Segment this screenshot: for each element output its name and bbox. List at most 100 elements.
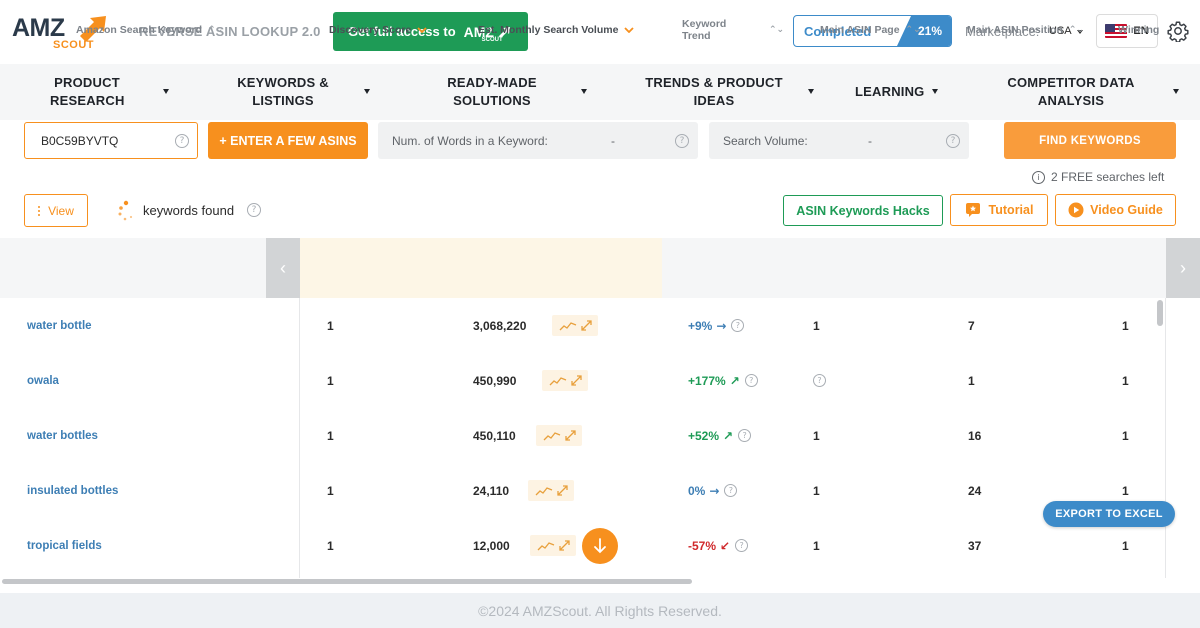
loading-spinner-icon (118, 200, 133, 221)
column-label: Main ASIN Page (820, 24, 900, 36)
keyword-link[interactable]: owala (27, 375, 59, 387)
find-keywords-button[interactable]: FIND KEYWORDS (1004, 122, 1176, 159)
col-main-asin-position[interactable]: Main ASIN Position ⌃⌄ (967, 0, 1084, 60)
nav-learning[interactable]: LEARNING (855, 64, 945, 120)
keyword-trend-value: +177% (688, 373, 726, 388)
view-button-label: View (48, 203, 74, 218)
tutorial-icon (965, 203, 980, 217)
column-label: Amazon Search Keyword (76, 24, 203, 36)
keyword-trend-value: +9% (688, 318, 713, 333)
main-asin-position: 24 (968, 483, 982, 498)
help-icon[interactable]: ? (675, 134, 689, 148)
info-icon: i (1032, 170, 1045, 184)
asin-input[interactable] (24, 122, 198, 159)
tutorial-button[interactable]: Tutorial (950, 194, 1048, 226)
gear-icon[interactable] (1167, 20, 1189, 42)
winning-value: 1 (1122, 428, 1129, 443)
nav-label: PRODUCT RESEARCH (50, 75, 125, 108)
sort-icon: ⌃⌄ (905, 25, 921, 35)
volume-chart-button[interactable] (528, 480, 574, 501)
search-volume: 450,110 (473, 428, 516, 443)
scroll-right-button[interactable]: › (1166, 238, 1200, 298)
sort-icon: ⌃⌄ (1068, 25, 1084, 35)
more-vertical-icon (38, 205, 41, 216)
keyword-trend-value: 0% (688, 483, 706, 498)
help-icon[interactable]: ? (724, 484, 738, 497)
progress-value: 21% (917, 24, 942, 38)
chevron-right-icon: › (1180, 257, 1186, 278)
footer: ©2024 AMZScout. All Rights Reserved. (0, 593, 1200, 628)
main-asin-page: 1 (813, 483, 820, 498)
tutorial-button-label: Tutorial (988, 203, 1034, 217)
main-asin-position: 1 (968, 373, 975, 388)
help-icon[interactable]: ? (738, 429, 752, 442)
video-guide-button-label: Video Guide (1090, 203, 1163, 217)
volume-filter-value: - (868, 134, 872, 148)
help-icon[interactable]: ? (946, 134, 960, 148)
highlighted-columns (300, 238, 662, 298)
video-guide-button[interactable]: Video Guide (1055, 194, 1176, 226)
nav-competitor-data-analysis[interactable]: COMPETITOR DATA ANALYSIS (1005, 64, 1185, 120)
column-label: Main ASIN Position (967, 24, 1063, 36)
expand-icon (580, 320, 592, 331)
column-label: Winning (1118, 24, 1160, 36)
main-asin-position: 37 (968, 538, 982, 553)
keyword-link[interactable]: water bottle (27, 320, 92, 332)
keyword-link[interactable]: water bottles (27, 430, 98, 442)
search-volume: 3,068,220 (473, 318, 527, 333)
nav-trends-product-ideas[interactable]: TRENDS & PRODUCT IDEAS (645, 64, 817, 120)
column-label: Discovery Score (329, 24, 412, 36)
column-label: Keyword Trend (682, 18, 727, 42)
col-keyword-trend[interactable]: Keyword Trend ⌃⌄ (682, 0, 784, 60)
words-count-filter[interactable]: Num. of Words in a Keyword: - ? (378, 122, 698, 159)
free-searches-text: 2 FREE searches left (1051, 170, 1165, 184)
col-discovery-score[interactable]: Discovery Score (329, 0, 427, 60)
help-icon[interactable]: ? (731, 319, 745, 332)
keyword-link[interactable]: tropical fields (27, 540, 102, 552)
keyword-trend-value: +52% (688, 428, 720, 443)
volume-chart-button[interactable] (536, 425, 582, 446)
trend-arrow-icon: ↗ (729, 373, 740, 388)
winning-value: 1 (1122, 538, 1129, 553)
chevron-down-icon (1173, 89, 1179, 94)
main-asin-page: 1 (813, 538, 820, 553)
enter-asins-button[interactable]: + ENTER A FEW ASINS (208, 122, 368, 159)
volume-chart-button[interactable] (530, 535, 576, 556)
scroll-down-button[interactable] (582, 528, 618, 564)
col-main-asin-page[interactable]: Main ASIN Page ⌃⌄ (820, 0, 921, 60)
view-button[interactable]: View (24, 194, 88, 227)
asin-keywords-hacks-button[interactable]: ASIN Keywords Hacks (783, 195, 943, 226)
trend-chart-icon (559, 321, 576, 330)
help-icon[interactable]: ? (247, 203, 261, 217)
scroll-left-button[interactable]: ‹ (266, 238, 300, 298)
volume-chart-button[interactable] (552, 315, 598, 336)
search-volume: 24,110 (473, 483, 510, 498)
search-volume: 450,990 (473, 373, 517, 388)
keyword-link[interactable]: insulated bottles (27, 485, 118, 497)
col-amazon-search-keyword[interactable]: Amazon Search Keyword ⌃⌄ (76, 0, 223, 60)
nav-label: READY-MADE SOLUTIONS (447, 75, 537, 108)
volume-chart-button[interactable] (542, 370, 588, 391)
horizontal-scrollbar[interactable] (2, 579, 692, 584)
expand-icon (558, 540, 570, 551)
search-volume-filter[interactable]: Search Volume: - ? (709, 122, 969, 159)
col-winning[interactable]: Winning (1118, 0, 1166, 60)
help-icon[interactable]: ? (813, 374, 826, 387)
nav-keywords-listings[interactable]: KEYWORDS & LISTINGS (235, 64, 375, 120)
trend-chart-icon (537, 541, 554, 550)
main-nav: PRODUCT RESEARCH KEYWORDS & LISTINGS REA… (0, 64, 1200, 120)
nav-ready-made-solutions[interactable]: READY-MADE SOLUTIONS (444, 64, 594, 120)
discovery-score: 1 (327, 373, 334, 388)
help-icon[interactable]: ? (735, 539, 749, 552)
export-to-excel-button[interactable]: EXPORT TO EXCEL (1043, 501, 1175, 527)
main-asin-page: 1 (813, 428, 820, 443)
help-icon[interactable]: ? (175, 134, 189, 148)
nav-product-research[interactable]: PRODUCT RESEARCH (50, 64, 180, 120)
chevron-down-icon (581, 89, 587, 94)
col-est-monthly-search-volume[interactable]: Est. Monthly Search Volume (478, 0, 635, 60)
volume-filter-label: Search Volume: (723, 134, 808, 148)
help-icon[interactable]: ? (744, 374, 758, 387)
nav-label: TRENDS & PRODUCT IDEAS (645, 75, 783, 108)
expand-icon (564, 430, 576, 441)
main-asin-page: 1 (813, 318, 820, 333)
